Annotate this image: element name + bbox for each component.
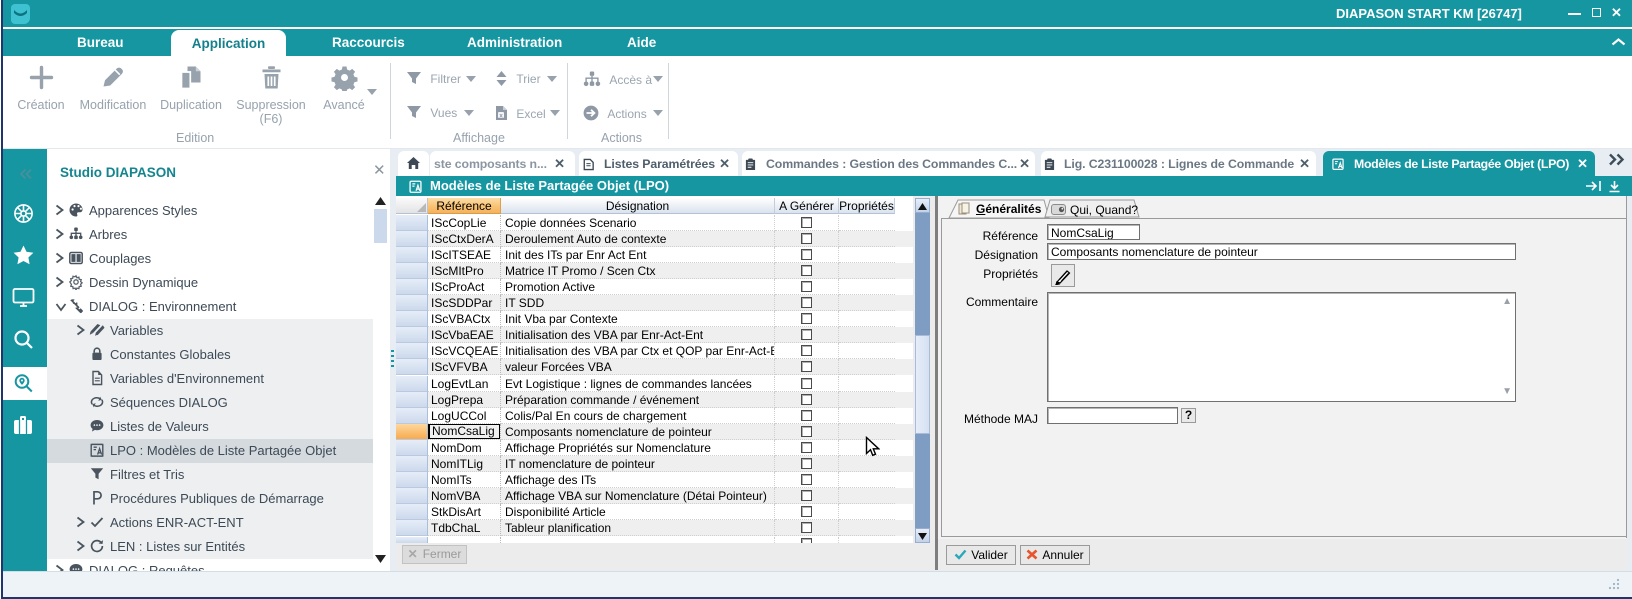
svg-text:x: x: [499, 112, 503, 119]
